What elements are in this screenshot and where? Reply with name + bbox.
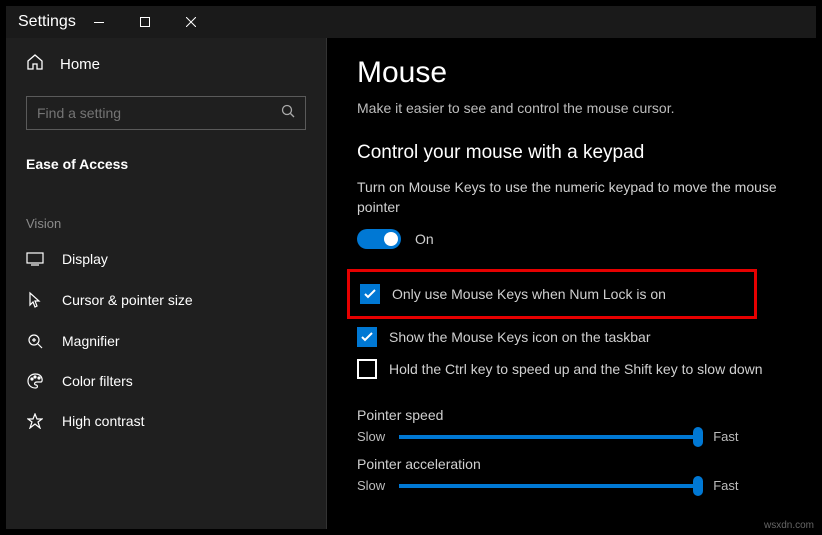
check-label: Hold the Ctrl key to speed up and the Sh…	[389, 361, 763, 377]
sidebar: Home Ease of Access Vision Display Curso…	[6, 38, 326, 529]
sidebar-item-label: High contrast	[62, 413, 144, 429]
slider-min: Slow	[357, 478, 385, 493]
contrast-icon	[26, 413, 44, 429]
slider-max: Fast	[713, 478, 738, 493]
minimize-button[interactable]	[76, 6, 122, 38]
slider-label-accel: Pointer acceleration	[357, 456, 786, 472]
sidebar-item-high-contrast[interactable]: High contrast	[6, 401, 326, 441]
main-content: Mouse Make it easier to see and control …	[326, 38, 816, 529]
check-ctrl-shift[interactable]: Hold the Ctrl key to speed up and the Sh…	[357, 353, 786, 385]
page-title: Mouse	[357, 56, 786, 90]
palette-icon	[26, 373, 44, 389]
checkbox-icon	[357, 359, 377, 379]
titlebar: Settings	[6, 6, 816, 38]
mouse-keys-toggle[interactable]	[357, 229, 401, 249]
group-label-vision: Vision	[6, 192, 326, 239]
sidebar-item-label: Display	[62, 251, 108, 267]
check-taskbar-icon[interactable]: Show the Mouse Keys icon on the taskbar	[357, 321, 786, 353]
pointer-accel-slider[interactable]	[399, 484, 699, 488]
category-heading: Ease of Access	[6, 148, 326, 192]
home-icon	[26, 54, 44, 74]
window-title: Settings	[18, 13, 76, 31]
pointer-speed-slider[interactable]	[399, 435, 699, 439]
section-description: Turn on Mouse Keys to use the numeric ke…	[357, 178, 777, 217]
sidebar-item-cursor[interactable]: Cursor & pointer size	[6, 279, 326, 321]
display-icon	[26, 252, 44, 266]
slider-label-speed: Pointer speed	[357, 407, 786, 423]
check-label: Show the Mouse Keys icon on the taskbar	[389, 329, 650, 345]
section-heading: Control your mouse with a keypad	[357, 142, 786, 164]
sidebar-item-display[interactable]: Display	[6, 239, 326, 279]
home-nav[interactable]: Home	[6, 44, 326, 84]
search-field[interactable]	[37, 105, 281, 121]
close-button[interactable]	[168, 6, 214, 38]
search-input[interactable]	[26, 96, 306, 130]
toggle-state-label: On	[415, 231, 434, 247]
maximize-button[interactable]	[122, 6, 168, 38]
sidebar-item-label: Color filters	[62, 373, 133, 389]
cursor-icon	[26, 291, 44, 309]
sidebar-item-color-filters[interactable]: Color filters	[6, 361, 326, 401]
check-label: Only use Mouse Keys when Num Lock is on	[392, 286, 666, 302]
check-numlock[interactable]: Only use Mouse Keys when Num Lock is on	[360, 278, 744, 310]
checkbox-icon	[360, 284, 380, 304]
sidebar-item-label: Cursor & pointer size	[62, 292, 193, 308]
sidebar-item-magnifier[interactable]: Magnifier	[6, 321, 326, 361]
sidebar-item-label: Magnifier	[62, 333, 120, 349]
home-label: Home	[60, 56, 100, 73]
watermark: wsxdn.com	[764, 520, 814, 531]
slider-min: Slow	[357, 429, 385, 444]
magnifier-icon	[26, 333, 44, 349]
checkbox-icon	[357, 327, 377, 347]
page-subtitle: Make it easier to see and control the mo…	[357, 100, 786, 116]
slider-max: Fast	[713, 429, 738, 444]
search-icon	[281, 104, 295, 123]
